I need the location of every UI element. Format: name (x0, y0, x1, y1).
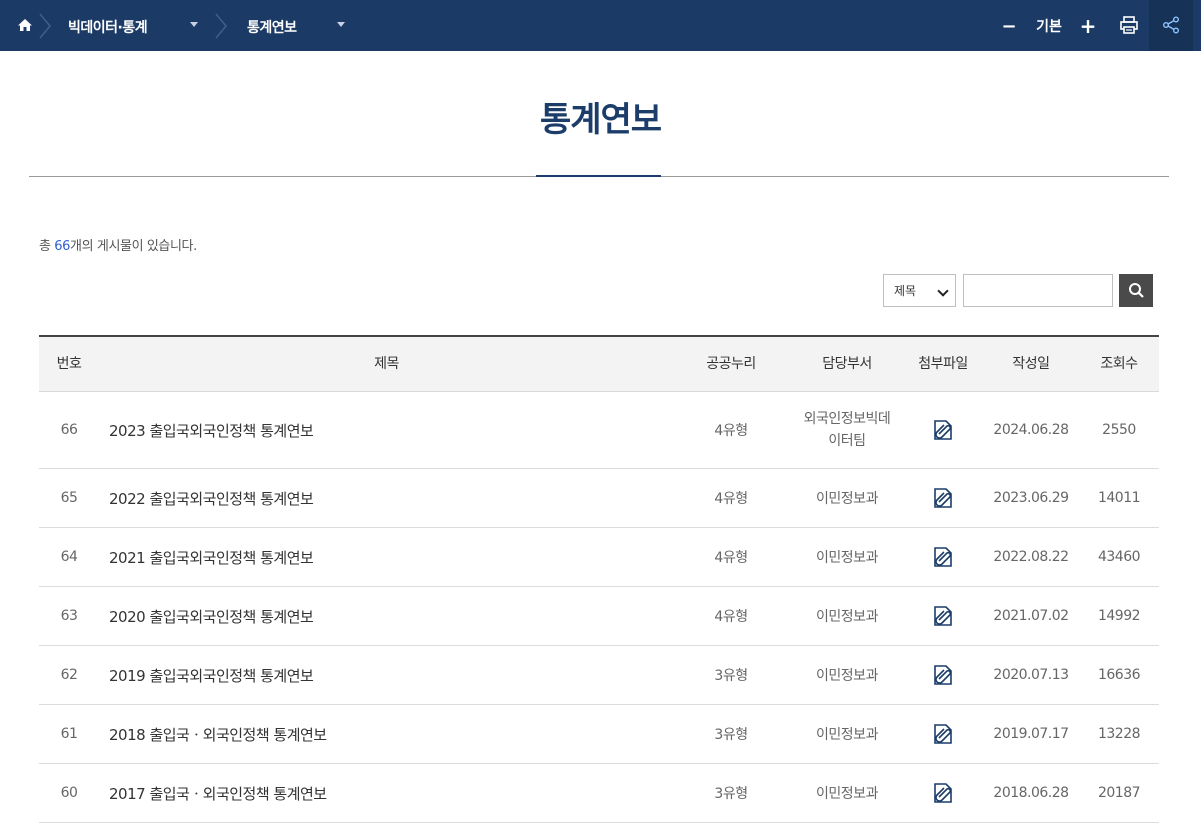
board-table: 번호 제목 공공누리 담당부서 첨부파일 작성일 조회수 66 2023 출입국… (39, 335, 1159, 823)
row-attachment[interactable] (907, 587, 979, 645)
row-nuri-type: 3유형 (714, 668, 748, 684)
row-attachment[interactable] (907, 392, 979, 468)
row-number: 64 (60, 549, 78, 565)
column-header-nuri: 공공누리 (706, 356, 756, 372)
row-attachment[interactable] (907, 764, 979, 822)
column-header-views: 조회수 (1100, 356, 1138, 372)
column-header-file: 첨부파일 (918, 356, 968, 372)
table-row: 65 2022 출입국외국인정책 통계연보 4유형 이민정보과 2023.06.… (39, 469, 1159, 528)
title-accent-bar (536, 175, 661, 177)
attachment-icon (934, 606, 952, 626)
row-date: 2024.06.28 (993, 422, 1069, 438)
search-field-value: 제목 (894, 284, 917, 298)
row-attachment[interactable] (907, 469, 979, 527)
search-input[interactable] (963, 274, 1113, 307)
breadcrumb-item-bigdata[interactable]: 빅데이터·통계 (68, 17, 148, 37)
breadcrumb-separator-icon (39, 13, 51, 39)
chevron-down-icon (937, 285, 949, 297)
search-field-select[interactable]: 제목 (883, 274, 956, 307)
row-department: 이민정보과 (816, 550, 878, 566)
table-row: 62 2019 출입국외국인정책 통계연보 3유형 이민정보과 2020.07.… (39, 646, 1159, 705)
attachment-icon (934, 665, 952, 685)
breadcrumb-item-yearbook[interactable]: 통계연보 (247, 17, 297, 37)
row-nuri-type: 4유형 (714, 609, 748, 625)
home-icon[interactable] (16, 16, 34, 34)
attachment-icon (934, 783, 952, 803)
share-icon (1163, 16, 1179, 34)
row-date: 2019.07.17 (993, 726, 1069, 742)
attachment-icon (934, 420, 952, 440)
row-department: 이민정보과 (816, 491, 878, 507)
row-department: 이민정보과 (816, 727, 878, 743)
row-title-link[interactable]: 2021 출입국외국인정책 통계연보 (109, 528, 709, 586)
row-title-link[interactable]: 2020 출입국외국인정책 통계연보 (109, 587, 709, 645)
row-views: 14992 (1097, 608, 1141, 624)
breadcrumb-separator-icon (215, 13, 227, 39)
column-header-title: 제목 (374, 356, 399, 372)
row-date: 2021.07.02 (993, 608, 1069, 624)
page-title: 통계연보 (539, 100, 662, 140)
row-nuri-type: 3유형 (714, 727, 748, 743)
search-button[interactable] (1119, 274, 1153, 307)
column-header-no: 번호 (56, 356, 82, 372)
row-number: 63 (60, 608, 78, 624)
print-icon[interactable] (1119, 15, 1139, 35)
post-count-prefix: 총 (39, 239, 51, 254)
row-date: 2022.08.22 (993, 549, 1069, 565)
table-row: 60 2017 출입국ㆍ외국인정책 통계연보 3유형 이민정보과 2018.06… (39, 764, 1159, 823)
search-icon (1129, 283, 1144, 298)
row-date: 2023.06.29 (993, 490, 1069, 506)
row-nuri-type: 4유형 (714, 423, 748, 439)
post-count: 총 66개의 게시물이 있습니다. (39, 235, 197, 254)
post-count-suffix: 개의 게시물이 있습니다. (70, 239, 197, 254)
row-attachment[interactable] (907, 646, 979, 704)
row-title-link[interactable]: 2023 출입국외국인정책 통계연보 (109, 392, 709, 468)
row-department: 이민정보과 (816, 786, 878, 802)
row-views: 14011 (1097, 490, 1141, 506)
row-nuri-type: 4유형 (714, 491, 748, 507)
font-size-label: 기본 (1036, 19, 1062, 35)
row-title-link[interactable]: 2017 출입국ㆍ외국인정책 통계연보 (109, 764, 709, 822)
row-department: 외국인정보빅데 이터팀 (803, 411, 891, 449)
row-title-link[interactable]: 2019 출입국외국인정책 통계연보 (109, 646, 709, 704)
table-row: 61 2018 출입국ㆍ외국인정책 통계연보 3유형 이민정보과 2019.07… (39, 705, 1159, 764)
row-number: 66 (60, 422, 78, 438)
row-attachment[interactable] (907, 528, 979, 586)
row-views: 13228 (1097, 726, 1141, 742)
row-views: 43460 (1097, 549, 1141, 565)
row-views: 2550 (1102, 422, 1136, 438)
row-number: 62 (60, 667, 78, 683)
row-number: 65 (60, 490, 78, 506)
table-row: 64 2021 출입국외국인정책 통계연보 4유형 이민정보과 2022.08.… (39, 528, 1159, 587)
attachment-icon (934, 724, 952, 744)
row-title-link[interactable]: 2018 출입국ㆍ외국인정책 통계연보 (109, 705, 709, 763)
row-nuri-type: 4유형 (714, 550, 748, 566)
post-count-number: 66 (54, 239, 71, 254)
row-views: 16636 (1097, 667, 1141, 683)
row-number: 60 (60, 785, 78, 801)
row-attachment[interactable] (907, 705, 979, 763)
table-row: 66 2023 출입국외국인정책 통계연보 4유형 외국인정보빅데 이터팀 20… (39, 392, 1159, 469)
share-button[interactable] (1149, 0, 1193, 51)
column-header-dept: 담당부서 (822, 356, 872, 372)
row-title-link[interactable]: 2022 출입국외국인정책 통계연보 (109, 469, 709, 527)
row-date: 2018.06.28 (993, 785, 1069, 801)
row-department: 이민정보과 (816, 668, 878, 684)
row-number: 61 (60, 726, 78, 742)
font-decrease-button[interactable]: − (1000, 13, 1018, 39)
column-header-date: 작성일 (1012, 356, 1050, 372)
row-date: 2020.07.13 (993, 667, 1069, 683)
chevron-down-icon[interactable] (337, 22, 345, 27)
table-row: 63 2020 출입국외국인정책 통계연보 4유형 이민정보과 2021.07.… (39, 587, 1159, 646)
attachment-icon (934, 547, 952, 567)
row-department: 이민정보과 (816, 609, 878, 625)
location-bar: 빅데이터·통계 통계연보 − 기본 + (0, 0, 1201, 51)
row-nuri-type: 3유형 (714, 786, 748, 802)
row-views: 20187 (1097, 785, 1141, 801)
table-header-row: 번호 제목 공공누리 담당부서 첨부파일 작성일 조회수 (39, 335, 1159, 392)
font-increase-button[interactable]: + (1078, 13, 1098, 39)
chevron-down-icon[interactable] (190, 22, 198, 27)
attachment-icon (934, 488, 952, 508)
